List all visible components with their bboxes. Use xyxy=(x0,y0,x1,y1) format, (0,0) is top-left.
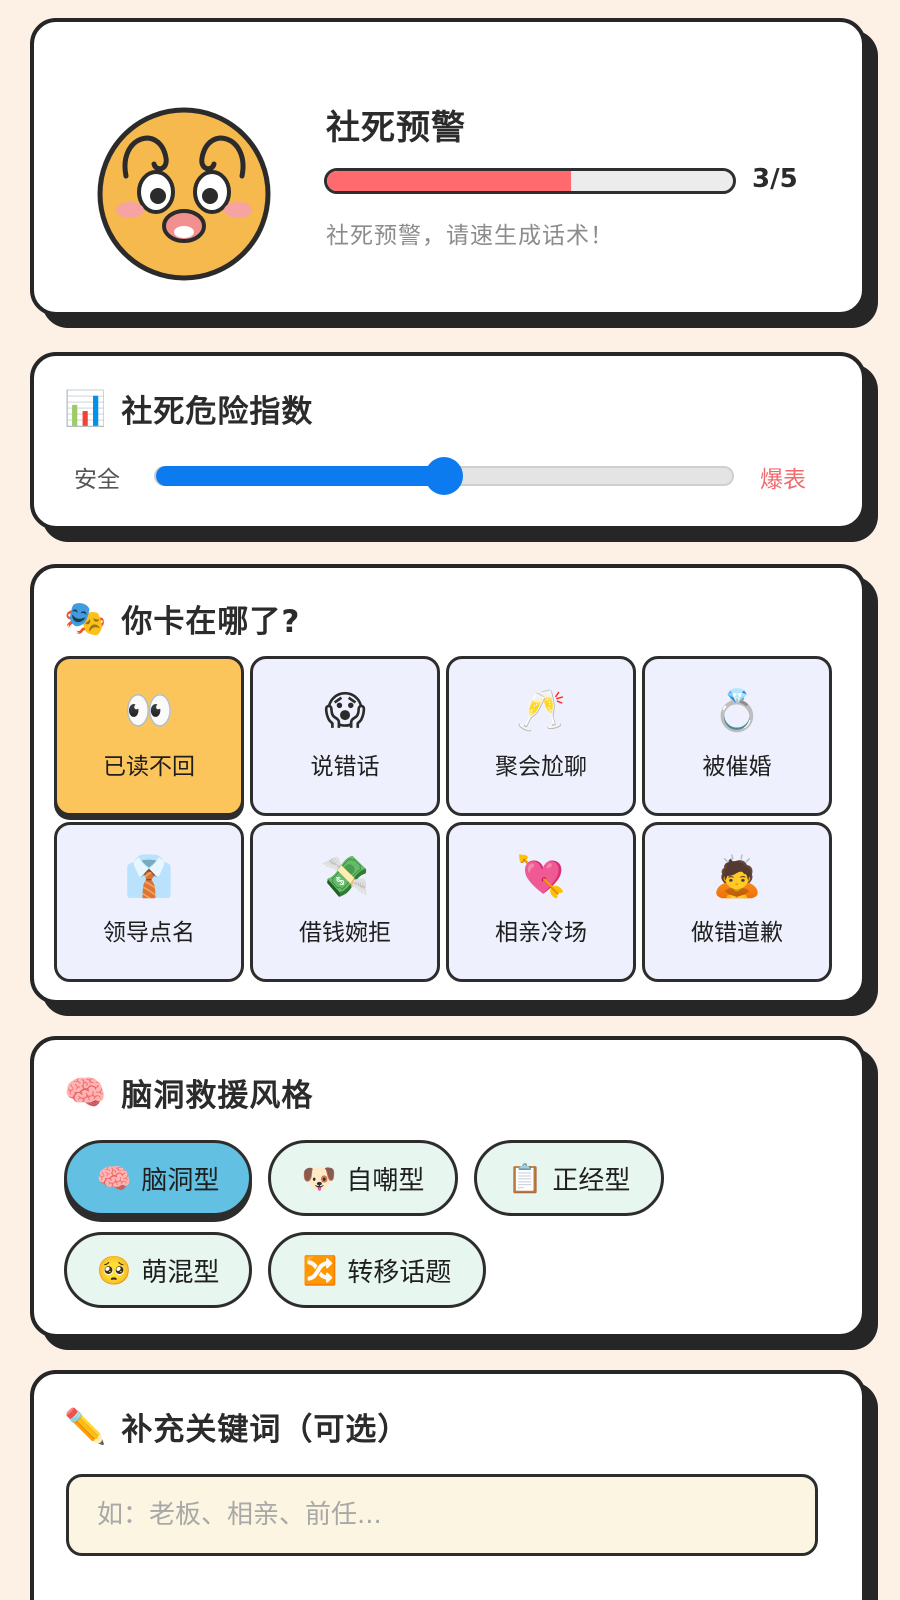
risk-meter-card: 📊 社死危险指数 安全 爆表 xyxy=(30,352,866,530)
risk-meter-title: 📊 社死危险指数 xyxy=(64,386,313,431)
progress-bar xyxy=(324,168,736,194)
scenario-tile-read-no-reply[interactable]: 👀 已读不回 xyxy=(54,656,244,816)
slider-thumb[interactable] xyxy=(425,457,463,495)
necktie-icon: 👔 xyxy=(124,854,174,900)
scenario-tile-boss-callout[interactable]: 👔 领导点名 xyxy=(54,822,244,982)
style-pill-serious[interactable]: 📋 正经型 xyxy=(474,1140,664,1216)
rescue-style-title: 🧠 脑洞救援风格 xyxy=(64,1070,313,1115)
dog-face-icon: 🐶 xyxy=(301,1161,337,1195)
scenario-card: 🎭 你卡在哪了? 👀 已读不回 😱 说错话 🥂 聚会尬聊 💍 被催婚 👔 领导点… xyxy=(30,564,866,1004)
scenario-label: 借钱婉拒 xyxy=(299,920,391,946)
status-message: 社死预警，请速生成话术！ xyxy=(326,223,614,249)
pencil-icon: ✏️ xyxy=(64,1406,108,1447)
meter-max-label: 爆表 xyxy=(760,467,806,493)
keywords-title-text: 补充关键词（可选） xyxy=(121,1412,410,1448)
meter-min-label: 安全 xyxy=(74,467,120,493)
champagne-glasses-icon: 🥂 xyxy=(516,688,566,734)
status-card: 社死预警 3/5 社死预警，请速生成话术！ xyxy=(30,18,866,316)
scenario-tile-said-wrong[interactable]: 😱 说错话 xyxy=(250,656,440,816)
risk-meter-title-text: 社死危险指数 xyxy=(121,394,314,430)
style-pill-self-mock[interactable]: 🐶 自嘲型 xyxy=(268,1140,458,1216)
scenario-label: 说错话 xyxy=(310,754,380,780)
money-wings-icon: 💸 xyxy=(320,854,370,900)
rescue-style-title-text: 脑洞救援风格 xyxy=(121,1078,314,1114)
scenario-label: 领导点名 xyxy=(103,920,195,946)
scenario-tile-blind-date[interactable]: 💘 相亲冷场 xyxy=(446,822,636,982)
bowing-person-icon: 🙇 xyxy=(712,854,762,900)
style-pill-row: 🥺 萌混型 🔀 转移话题 xyxy=(64,1232,486,1308)
scenario-tile-marriage-pressure[interactable]: 💍 被催婚 xyxy=(642,656,832,816)
screaming-face-icon: 😱 xyxy=(324,688,366,734)
scenario-grid: 👀 已读不回 😱 说错话 🥂 聚会尬聊 💍 被催婚 👔 领导点名 💸 借钱婉拒 … xyxy=(54,656,832,982)
ring-icon: 💍 xyxy=(712,688,762,734)
rescue-style-card: 🧠 脑洞救援风格 🧠 脑洞型 🐶 自嘲型 📋 正经型 🥺 萌混型 🔀 转移话题 xyxy=(30,1036,866,1338)
style-pill-cute[interactable]: 🥺 萌混型 xyxy=(64,1232,252,1308)
heart-arrow-icon: 💘 xyxy=(516,854,566,900)
scenario-label: 被催婚 xyxy=(702,754,772,780)
style-pill-label: 萌混型 xyxy=(141,1257,220,1288)
risk-slider[interactable] xyxy=(154,457,734,495)
style-pill-label: 转移话题 xyxy=(347,1257,452,1288)
keywords-input[interactable] xyxy=(66,1474,818,1556)
theater-masks-icon: 🎭 xyxy=(64,598,108,639)
scenario-title: 🎭 你卡在哪了? xyxy=(64,596,300,641)
keywords-card: ✏️ 补充关键词（可选） xyxy=(30,1370,866,1600)
status-title: 社死预警 xyxy=(326,108,466,148)
shocked-face-avatar xyxy=(97,107,271,281)
progress-count: 3/5 xyxy=(752,164,798,194)
keywords-title: ✏️ 补充关键词（可选） xyxy=(64,1404,409,1449)
scenario-label: 已读不回 xyxy=(103,754,195,780)
pleading-face-icon: 🥺 xyxy=(96,1253,132,1287)
style-pill-row: 🧠 脑洞型 🐶 自嘲型 📋 正经型 xyxy=(64,1140,664,1216)
scenario-title-text: 你卡在哪了? xyxy=(121,604,301,640)
clipboard-icon: 📋 xyxy=(507,1161,543,1195)
scenario-label: 做错道歉 xyxy=(691,920,783,946)
style-pill-change-topic[interactable]: 🔀 转移话题 xyxy=(268,1232,486,1308)
style-pill-brain[interactable]: 🧠 脑洞型 xyxy=(64,1140,252,1216)
scenario-label: 相亲冷场 xyxy=(495,920,587,946)
brain-icon: 🧠 xyxy=(64,1072,108,1113)
shuffle-icon: 🔀 xyxy=(302,1253,338,1287)
style-pill-label: 正经型 xyxy=(552,1165,631,1196)
progress-fill xyxy=(327,171,571,191)
eyes-icon: 👀 xyxy=(124,688,174,734)
style-pill-label: 自嘲型 xyxy=(346,1165,425,1196)
scenario-tile-apology[interactable]: 🙇 做错道歉 xyxy=(642,822,832,982)
scenario-label: 聚会尬聊 xyxy=(495,754,587,780)
brain-icon: 🧠 xyxy=(96,1161,132,1195)
slider-fill xyxy=(156,466,444,486)
scenario-tile-party-awkward[interactable]: 🥂 聚会尬聊 xyxy=(446,656,636,816)
scenario-tile-decline-loan[interactable]: 💸 借钱婉拒 xyxy=(250,822,440,982)
bar-chart-icon: 📊 xyxy=(64,388,108,429)
style-pill-label: 脑洞型 xyxy=(141,1165,220,1196)
